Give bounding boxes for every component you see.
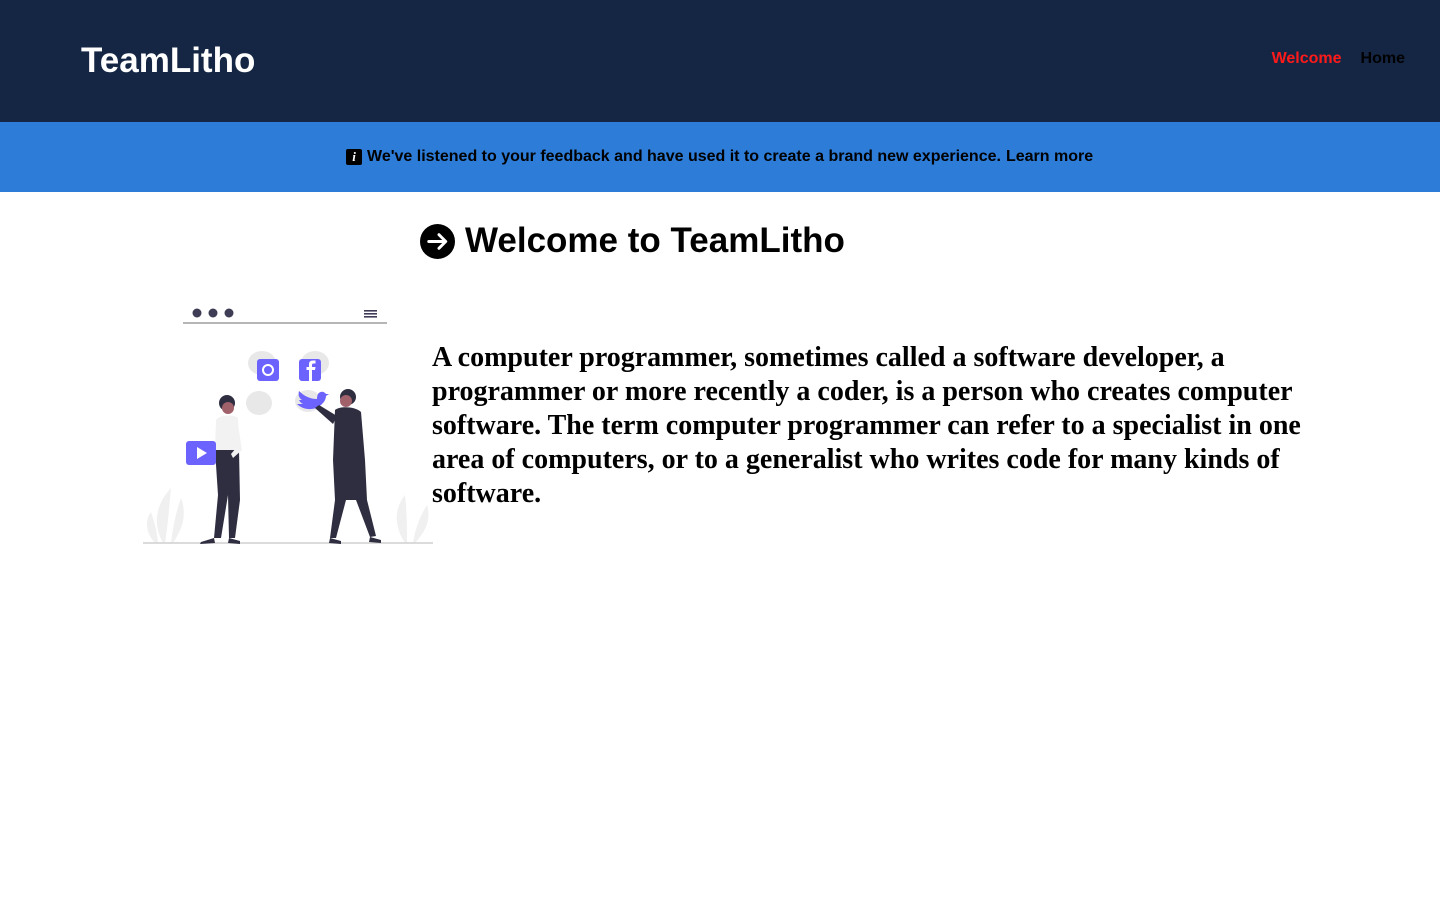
banner-content: i We've listened to your feedback and ha… (346, 147, 1093, 167)
arrow-right-circle-icon (420, 223, 455, 259)
banner-message: We've listened to your feedback and have… (367, 148, 1001, 165)
welcome-heading-row: Welcome to TeamLitho (420, 222, 845, 260)
main-nav: Welcome Home (1272, 49, 1405, 69)
learn-more-link[interactable]: Learn more (1006, 147, 1093, 167)
nav-item-home[interactable]: Home (1361, 49, 1405, 69)
info-icon: i (346, 149, 362, 165)
brand-logo-text[interactable]: TeamLitho (81, 40, 255, 82)
top-header: TeamLitho Welcome Home (0, 0, 1440, 122)
page-title: Welcome to TeamLitho (465, 221, 845, 260)
feedback-banner: i We've listened to your feedback and ha… (0, 122, 1440, 192)
nav-item-welcome[interactable]: Welcome (1272, 49, 1342, 69)
social-media-people-illustration (143, 308, 433, 544)
programmer-description: A computer programmer, sometimes called … (432, 342, 1301, 509)
